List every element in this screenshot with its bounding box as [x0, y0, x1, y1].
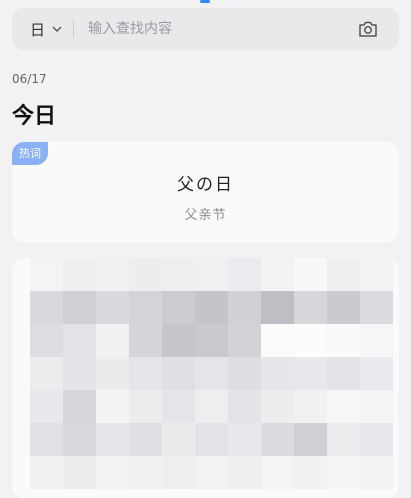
mosaic-tile: [195, 390, 228, 423]
hot-word-card[interactable]: 热词 父の日 父亲节: [12, 142, 399, 242]
camera-button[interactable]: [355, 16, 381, 42]
mosaic-tile: [261, 390, 294, 423]
mosaic-tile: [195, 324, 228, 357]
mosaic-tile: [96, 456, 129, 489]
mosaic-tile: [195, 357, 228, 390]
mosaic-tile: [360, 324, 393, 357]
chevron-down-icon: [52, 26, 62, 32]
mosaic-tile: [30, 423, 63, 456]
mosaic-tile: [261, 357, 294, 390]
mosaic-tile: [162, 258, 195, 291]
mosaic-tile: [327, 390, 360, 423]
mosaic-tile: [162, 456, 195, 489]
mosaic-tile: [228, 390, 261, 423]
hot-word-translation: 父亲节: [184, 208, 227, 223]
language-label: 日: [30, 20, 46, 39]
mosaic-tile: [129, 390, 162, 423]
mosaic-tile: [294, 324, 327, 357]
mosaic-tile: [327, 357, 360, 390]
mosaic-tile: [129, 324, 162, 357]
mosaic-tile: [360, 390, 393, 423]
mosaic-tile: [327, 324, 360, 357]
language-selector[interactable]: 日: [30, 19, 63, 40]
mosaic-tile: [129, 357, 162, 390]
search-divider: [73, 20, 75, 38]
mosaic-tile: [30, 456, 63, 489]
mosaic-tile: [129, 456, 162, 489]
mosaic-tile: [360, 357, 393, 390]
mosaic-tile: [30, 324, 63, 357]
pixelated-image: [30, 258, 393, 489]
section-title: 今日: [12, 104, 57, 129]
mosaic-tile: [327, 423, 360, 456]
mosaic-tile: [129, 258, 162, 291]
mosaic-tile: [96, 357, 129, 390]
mosaic-tile: [63, 357, 96, 390]
mosaic-tile: [360, 291, 393, 324]
mosaic-tile: [327, 291, 360, 324]
mosaic-tile: [63, 291, 96, 324]
mosaic-tile: [96, 291, 129, 324]
blurred-content-card: [12, 258, 399, 498]
date-label: 06/17: [12, 72, 47, 86]
camera-icon: [359, 21, 377, 37]
mosaic-tile: [195, 456, 228, 489]
mosaic-tile: [360, 423, 393, 456]
mosaic-tile: [294, 357, 327, 390]
search-bar: 日: [12, 8, 399, 50]
mosaic-tile: [327, 456, 360, 489]
mosaic-tile: [30, 258, 63, 291]
mosaic-tile: [30, 291, 63, 324]
mosaic-tile: [162, 390, 195, 423]
mosaic-tile: [261, 456, 294, 489]
mosaic-tile: [261, 423, 294, 456]
mosaic-tile: [195, 258, 228, 291]
mosaic-tile: [294, 456, 327, 489]
mosaic-tile: [30, 357, 63, 390]
mosaic-tile: [360, 258, 393, 291]
search-input[interactable]: [86, 20, 355, 38]
mosaic-tile: [228, 324, 261, 357]
mosaic-tile: [162, 357, 195, 390]
mosaic-tile: [228, 357, 261, 390]
mosaic-tile: [294, 291, 327, 324]
mosaic-tile: [261, 258, 294, 291]
mosaic-tile: [63, 423, 96, 456]
mosaic-tile: [261, 291, 294, 324]
mosaic-tile: [162, 423, 195, 456]
mosaic-tile: [228, 258, 261, 291]
mosaic-tile: [195, 423, 228, 456]
mosaic-tile: [30, 390, 63, 423]
hot-word-title: 父の日: [177, 175, 234, 195]
mosaic-tile: [162, 324, 195, 357]
mosaic-tile: [63, 324, 96, 357]
mosaic-tile: [228, 291, 261, 324]
mosaic-tile: [228, 456, 261, 489]
hot-badge: 热词: [12, 142, 48, 165]
mosaic-tile: [294, 258, 327, 291]
mosaic-tile: [294, 390, 327, 423]
mosaic-tile: [63, 390, 96, 423]
mosaic-tile: [195, 291, 228, 324]
mosaic-tile: [228, 423, 261, 456]
mosaic-tile: [129, 423, 162, 456]
mosaic-tile: [261, 324, 294, 357]
mosaic-tile: [96, 390, 129, 423]
mosaic-tile: [294, 423, 327, 456]
mosaic-tile: [96, 324, 129, 357]
mosaic-tile: [63, 258, 96, 291]
mosaic-tile: [360, 456, 393, 489]
mosaic-tile: [96, 258, 129, 291]
mosaic-tile: [162, 291, 195, 324]
mosaic-tile: [63, 456, 96, 489]
mosaic-tile: [96, 423, 129, 456]
accent-indicator: [200, 0, 210, 3]
mosaic-tile: [129, 291, 162, 324]
mosaic-tile: [327, 258, 360, 291]
